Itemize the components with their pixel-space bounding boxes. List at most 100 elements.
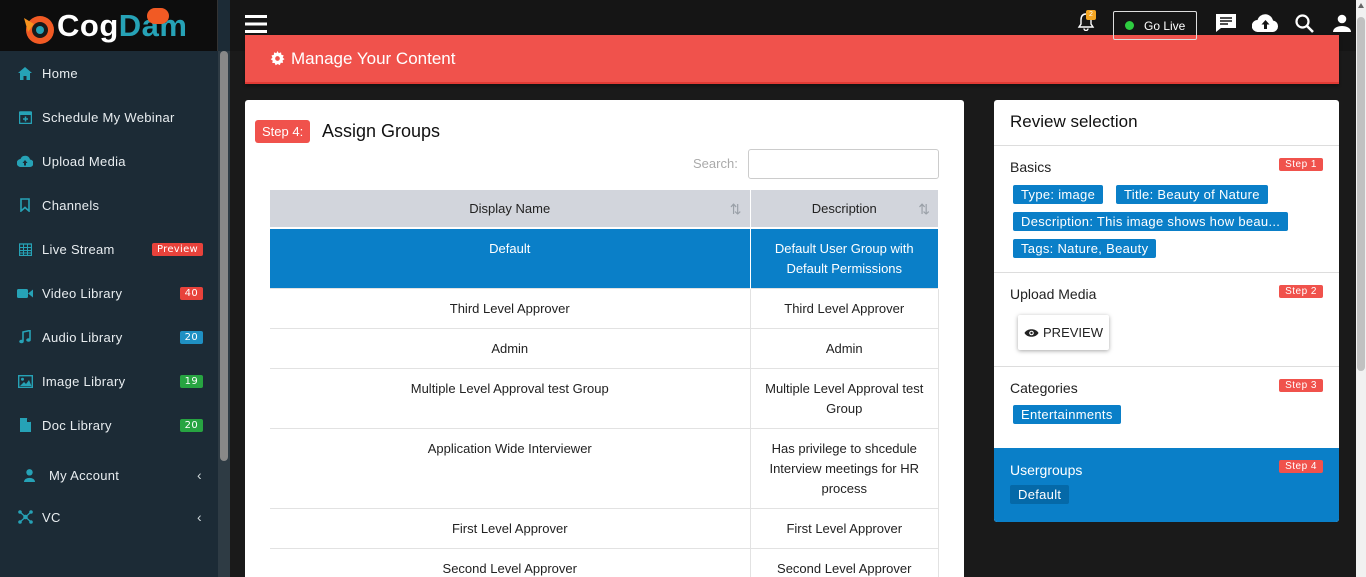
go-live-button[interactable]: Go Live: [1113, 11, 1197, 40]
cloud-upload-icon: [17, 153, 33, 169]
cell-description: Admin: [750, 328, 939, 369]
cell-display-name: Second Level Approver: [270, 548, 751, 577]
page-scrollbar-thumb[interactable]: [1357, 17, 1365, 371]
user-icon: [21, 467, 37, 483]
sidebar-item-vc[interactable]: VC ‹: [0, 495, 218, 539]
column-header-label: Description: [811, 201, 877, 216]
review-section-categories: Categories Step 3 Entertainments: [994, 366, 1339, 449]
music-note-icon: [17, 329, 33, 345]
logo[interactable]: CogDam: [0, 0, 218, 51]
count-badge: 19: [179, 374, 203, 388]
bookmark-icon: [17, 197, 33, 213]
live-dot-icon: [1125, 21, 1134, 30]
cell-display-name: Admin: [270, 328, 751, 369]
sidebar-item-label: Home: [42, 65, 78, 81]
cell-display-name: Application Wide Interviewer: [270, 428, 751, 509]
eye-icon: [1024, 328, 1039, 337]
table-row[interactable]: Third Level Approver Third Level Approve…: [270, 288, 939, 329]
sidebar-item-my-account[interactable]: My Account ‹: [0, 453, 218, 497]
review-section-usergroups: Usergroups Step 4 Default: [994, 448, 1339, 522]
table-row[interactable]: Multiple Level Approval test Group Multi…: [270, 368, 939, 429]
step-badge: Step 2: [1279, 285, 1323, 298]
column-header-display-name[interactable]: Display Name ⇅: [270, 190, 751, 228]
table-row-selected[interactable]: Default Default User Group with Default …: [270, 227, 939, 289]
gear-icon: [270, 51, 285, 66]
review-section-basics: Basics Step 1 Type: image Title: Beauty …: [994, 145, 1339, 273]
preview-badge: Preview: [151, 242, 203, 256]
cell-display-name: Third Level Approver: [270, 288, 751, 329]
section-heading: Upload Media: [1010, 286, 1097, 302]
cell-description: Third Level Approver: [750, 288, 939, 329]
page-banner: Manage Your Content: [245, 35, 1339, 84]
chevron-left-icon: ‹: [197, 467, 202, 483]
sidebar-item-label: Channels: [42, 197, 100, 213]
home-icon: [17, 65, 33, 81]
sidebar-item-live-stream[interactable]: Live Stream Preview: [0, 227, 218, 271]
logo-chat-bubble-icon: [147, 8, 169, 24]
count-badge: 40: [179, 286, 203, 300]
sidebar-item-channels[interactable]: Channels: [0, 183, 218, 227]
sidebar-scrollbar-thumb[interactable]: [220, 51, 228, 461]
chip-usergroup: Default: [1010, 485, 1070, 504]
sidebar-item-audio-library[interactable]: Audio Library 20: [0, 315, 218, 359]
sidebar-item-label: Schedule My Webinar: [42, 109, 175, 125]
cell-description: Second Level Approver: [750, 548, 939, 577]
video-camera-icon: [17, 285, 33, 301]
hamburger-menu-icon[interactable]: [245, 15, 267, 33]
cell-description: First Level Approver: [750, 508, 939, 549]
table-row[interactable]: Second Level Approver Second Level Appro…: [270, 548, 939, 577]
search-label: Search:: [693, 156, 738, 171]
review-section-upload-media: Upload Media Step 2 PREVIEW: [994, 272, 1339, 367]
sort-icon[interactable]: ⇅: [918, 201, 930, 218]
sidebar-item-label: Live Stream: [42, 241, 115, 257]
panel-heading: Assign Groups: [322, 121, 441, 141]
step-badge: Step 3: [1279, 379, 1323, 392]
notification-count-badge: 2: [1086, 10, 1096, 20]
sidebar-item-label: Video Library: [42, 285, 123, 301]
cloud-upload-icon[interactable]: [1252, 14, 1279, 32]
search-input[interactable]: [748, 149, 939, 179]
network-icon: [17, 509, 33, 525]
logo-icon: [24, 16, 54, 44]
cell-description: Multiple Level Approval test Group: [750, 368, 939, 429]
chip-tags: Tags: Nature, Beauty: [1013, 239, 1157, 258]
sidebar-item-video-library[interactable]: Video Library 40: [0, 271, 218, 315]
cell-display-name: Multiple Level Approval test Group: [270, 368, 751, 429]
calendar-plus-icon: [17, 109, 33, 125]
cell-display-name: First Level Approver: [270, 508, 751, 549]
sidebar-item-doc-library[interactable]: Doc Library 20: [0, 403, 218, 447]
step-badge: Step 4: [1279, 460, 1323, 473]
preview-label: PREVIEW: [1043, 325, 1103, 340]
user-profile-icon[interactable]: [1333, 14, 1351, 32]
step-badge: Step 4:: [255, 120, 311, 143]
section-heading: Usergroups: [1010, 462, 1083, 478]
search-icon[interactable]: [1295, 14, 1314, 33]
sidebar-item-home[interactable]: Home: [0, 51, 218, 95]
go-live-label: Go Live: [1144, 18, 1186, 33]
cell-display-name: Default: [270, 227, 751, 289]
sidebar-item-label: Upload Media: [42, 153, 126, 169]
sidebar-item-label: My Account: [49, 467, 120, 483]
review-selection-panel: Review selection Basics Step 1 Type: ima…: [994, 100, 1339, 522]
table-header-row: Display Name ⇅ Description ⇅: [270, 190, 939, 228]
document-icon: [17, 417, 33, 433]
sidebar-item-image-library[interactable]: Image Library 19: [0, 359, 218, 403]
sidebar-item-upload-media[interactable]: Upload Media: [0, 139, 218, 183]
sort-icon[interactable]: ⇅: [730, 201, 742, 218]
scroll-up-arrow-icon[interactable]: [1358, 3, 1364, 8]
calendar-grid-icon: [17, 241, 33, 257]
column-header-description[interactable]: Description ⇅: [750, 190, 939, 228]
step-badge: Step 1: [1279, 158, 1323, 171]
section-heading: Categories: [1010, 380, 1078, 396]
sidebar-item-label: Doc Library: [42, 417, 112, 433]
sidebar-item-schedule-webinar[interactable]: Schedule My Webinar: [0, 95, 218, 139]
sidebar-item-label: Image Library: [42, 373, 126, 389]
chip-category: Entertainments: [1013, 405, 1121, 424]
chip-type: Type: image: [1013, 185, 1104, 204]
table-row[interactable]: First Level Approver First Level Approve…: [270, 508, 939, 549]
table-row[interactable]: Admin Admin: [270, 328, 939, 369]
chat-icon[interactable]: [1215, 13, 1237, 33]
preview-button[interactable]: PREVIEW: [1018, 315, 1109, 350]
table-row[interactable]: Application Wide Interviewer Has privile…: [270, 428, 939, 509]
chevron-left-icon: ‹: [197, 509, 202, 525]
